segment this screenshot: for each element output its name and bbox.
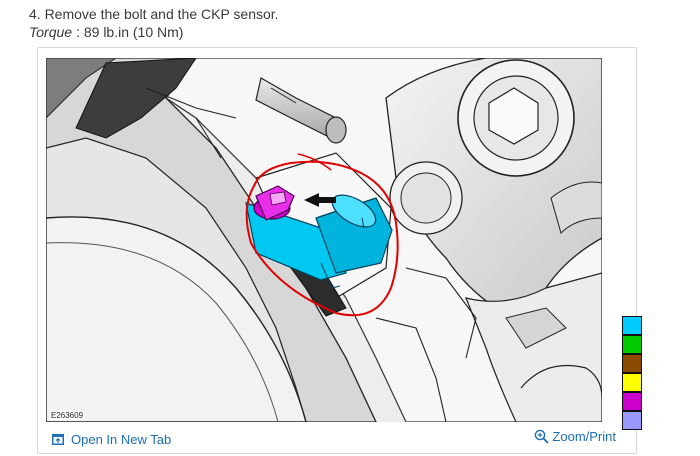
zoom-print-label[interactable]: Zoom/Print: [552, 429, 616, 444]
engine-drawing: [46, 58, 602, 422]
open-new-tab-icon: [52, 434, 64, 445]
open-in-new-tab-link[interactable]: Open In New Tab: [52, 432, 171, 447]
torque-spec: Torque : 89 lb.in (10 Nm): [29, 23, 183, 41]
figure-id-label: E263609: [50, 411, 85, 420]
legend-swatch-cyan: [622, 316, 642, 335]
ckp-sensor-illustration[interactable]: E263609: [46, 58, 602, 422]
step-instruction: 4. Remove the bolt and the CKP sensor.: [29, 6, 279, 22]
legend-swatch-yellow: [622, 373, 642, 392]
zoom-print-link[interactable]: Zoom/Print: [534, 429, 616, 444]
legend-swatch-magenta: [622, 392, 642, 411]
open-in-new-tab-label[interactable]: Open In New Tab: [71, 432, 171, 447]
legend-swatch-lavender: [622, 411, 642, 430]
torque-label: Torque: [29, 24, 73, 40]
torque-value: : 89 lb.in (10 Nm): [76, 24, 184, 40]
figure-card: E263609 Open In New Tab Zoom/Print: [37, 47, 637, 454]
color-legend: [622, 316, 644, 430]
legend-swatch-green: [622, 335, 642, 354]
zoom-in-icon: [535, 429, 550, 444]
legend-swatch-brown: [622, 354, 642, 373]
